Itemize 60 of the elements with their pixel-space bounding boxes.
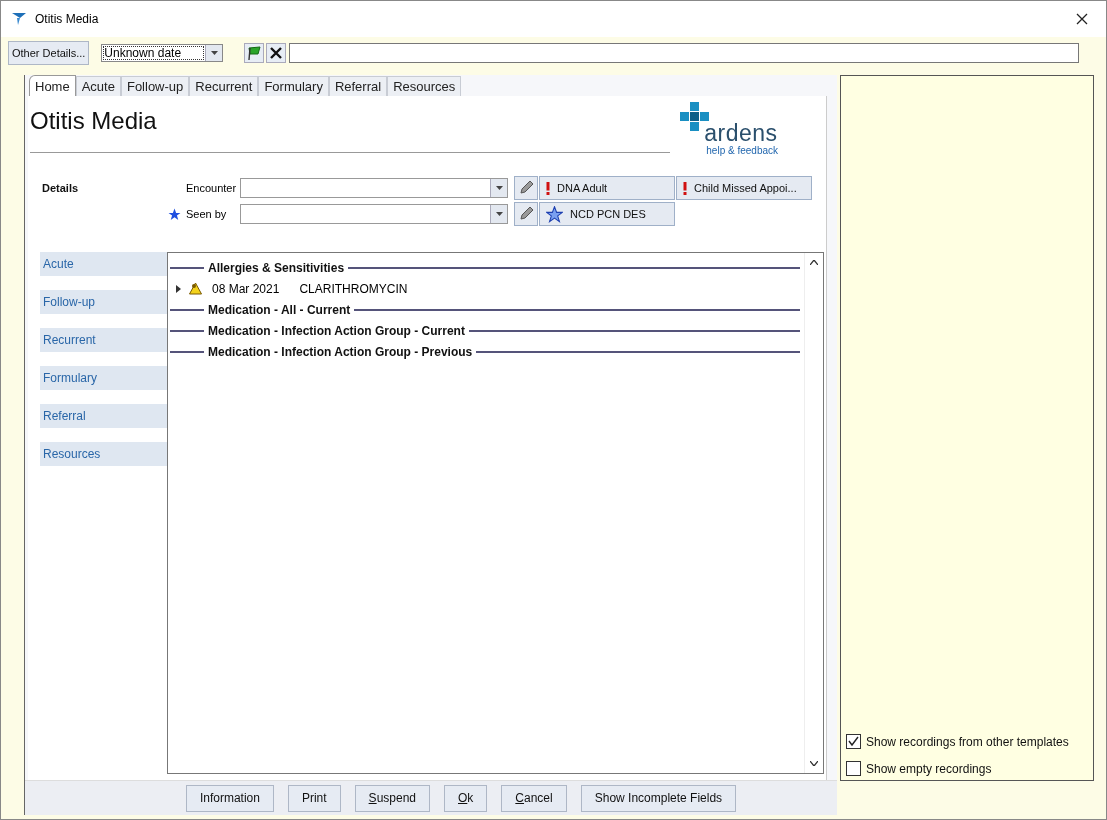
tab[interactable]: Referral (328, 76, 388, 96)
entry-date: 08 Mar 2021 (212, 281, 280, 296)
expand-arrow-icon[interactable] (176, 284, 181, 293)
tab[interactable]: Acute (75, 76, 121, 96)
dropdown-arrow-icon (495, 186, 503, 190)
section-header: Medication - Infection Action Group - Previous (208, 344, 473, 359)
dropdown-field[interactable] (240, 178, 508, 198)
nav-item[interactable]: Formulary (40, 366, 167, 390)
dialog-button[interactable]: Cancel (501, 784, 567, 812)
dropdown-arrow-icon (210, 51, 218, 55)
dialog-button[interactable]: Ok (444, 784, 488, 812)
exclamation-icon (683, 181, 687, 195)
checkbox[interactable] (846, 734, 861, 749)
dropdown-field[interactable] (240, 204, 508, 224)
pencil-icon (518, 206, 534, 222)
dialog-button[interactable]: Information (185, 784, 274, 812)
scroll-down-icon[interactable] (810, 761, 818, 766)
text-field[interactable] (289, 43, 1080, 63)
pencil-icon (518, 180, 534, 196)
quick-button[interactable]: DNA Adult (539, 176, 675, 200)
field-label: Seen by (186, 208, 228, 220)
section-header: Medication - All - Current (208, 302, 351, 317)
close-icon[interactable] (1076, 13, 1088, 25)
quick-button[interactable]: NCD PCN DES (539, 202, 675, 226)
tab[interactable]: Formulary (258, 76, 329, 96)
section-label: Details (42, 182, 80, 196)
nav-item[interactable]: Acute (40, 252, 167, 276)
page-title: Otitis Media (30, 107, 157, 135)
nav-item[interactable]: Resources (40, 442, 167, 466)
date-dropdown[interactable]: Unknown date (101, 44, 224, 62)
tab[interactable]: Home (29, 75, 76, 96)
nav-item[interactable]: Follow-up (40, 290, 167, 314)
flag-button[interactable] (244, 43, 265, 63)
checkbox[interactable] (846, 761, 861, 776)
tab[interactable]: Follow-up (120, 76, 190, 96)
other-details-button[interactable]: Other Details... (8, 41, 90, 65)
ardens-logo[interactable]: ardens help & feedback (680, 102, 790, 158)
nav-item[interactable]: Referral (40, 404, 167, 428)
tab[interactable]: Recurrent (189, 76, 259, 96)
clear-button[interactable] (266, 43, 287, 63)
star-icon (546, 205, 563, 223)
section-header: Allergies & Sensitivities (208, 260, 345, 275)
quick-button[interactable]: Child Missed Appoi... (676, 176, 812, 200)
tab[interactable]: Resources (387, 76, 462, 96)
edit-button[interactable] (514, 202, 538, 226)
dialog-button[interactable]: Print (287, 784, 341, 812)
field-label: Encounter (186, 182, 238, 194)
window-title: Otitis Media (35, 12, 99, 26)
dialog-button[interactable]: Show Incomplete Fields (580, 784, 737, 812)
entry-text: CLARITHROMYCIN (299, 281, 408, 296)
dialog-button[interactable]: Suspend (354, 784, 430, 812)
allergy-warning-icon (189, 282, 202, 295)
checkbox-label: Show empty recordings (866, 761, 992, 776)
section-header: Medication - Infection Action Group - Current (208, 323, 465, 338)
exclamation-icon (546, 181, 550, 195)
dropdown-arrow-icon (495, 212, 503, 216)
scroll-up-icon[interactable] (810, 260, 818, 265)
nav-item[interactable]: Recurrent (40, 328, 167, 352)
checkbox-label: Show recordings from other templates (866, 734, 1069, 749)
edit-button[interactable] (514, 176, 538, 200)
